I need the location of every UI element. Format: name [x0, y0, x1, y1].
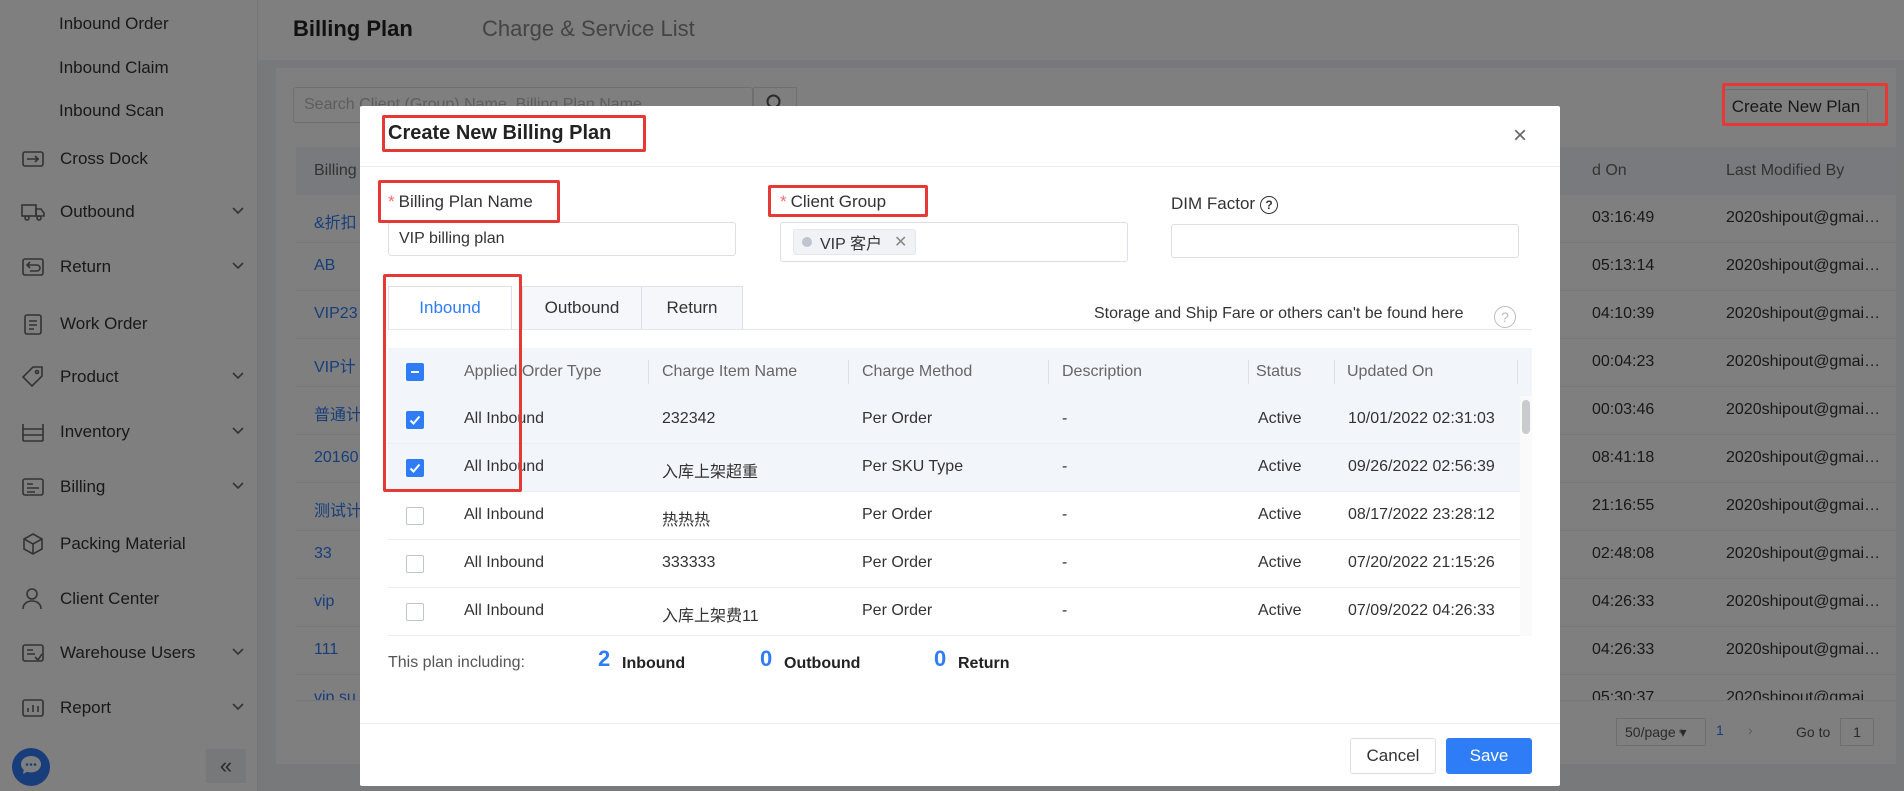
inbound-count: 2: [598, 646, 611, 671]
charge-method: Per SKU Type: [862, 458, 964, 475]
column-header-updated-on: Updated On: [1347, 363, 1434, 380]
description: -: [1062, 506, 1068, 523]
client-group-tag: VIP 客户 ✕: [793, 229, 917, 255]
updated-on: 07/09/2022 04:26:33: [1348, 602, 1495, 619]
highlight-box-plan-name: [378, 180, 560, 223]
help-icon[interactable]: ?: [1260, 195, 1279, 214]
table-row[interactable]: All Inbound 232342 Per Order - Active 10…: [388, 396, 1532, 444]
charge-item-name: 入库上架费11: [662, 608, 759, 625]
updated-on: 10/01/2022 02:31:03: [1348, 410, 1495, 427]
table-scrollbar[interactable]: [1520, 396, 1532, 636]
status: Active: [1258, 602, 1302, 619]
outbound-count-label: Outbound: [784, 655, 861, 672]
column-separator: [648, 360, 649, 384]
charge-method: Per Order: [862, 602, 933, 619]
summary-label: This plan including:: [388, 654, 525, 671]
question-icon[interactable]: ?: [1494, 306, 1516, 328]
charge-item-name: 333333: [662, 554, 716, 571]
tab-outbound[interactable]: Outbound: [522, 286, 642, 330]
highlight-box-client-group: [768, 185, 928, 217]
column-header-status: Status: [1256, 363, 1302, 380]
updated-on: 08/17/2022 23:28:12: [1348, 506, 1495, 523]
table-row[interactable]: All Inbound 热热热 Per Order - Active 08/17…: [388, 492, 1532, 540]
description: -: [1062, 554, 1068, 571]
status: Active: [1258, 554, 1302, 571]
charge-item-name: 232342: [662, 410, 716, 427]
status: Active: [1258, 410, 1302, 427]
dim-factor-label-text: DIM Factor: [1171, 194, 1256, 213]
column-header-charge-item-name: Charge Item Name: [662, 363, 798, 380]
status: Active: [1258, 506, 1302, 523]
cancel-button[interactable]: Cancel: [1350, 738, 1436, 774]
table-row[interactable]: All Inbound 入库上架超重 Per SKU Type - Active…: [388, 444, 1532, 492]
description: -: [1062, 458, 1068, 475]
applied-order-type: All Inbound: [464, 602, 545, 619]
table-row[interactable]: All Inbound 333333 Per Order - Active 07…: [388, 540, 1532, 588]
charge-method: Per Order: [862, 506, 933, 523]
column-separator: [1048, 360, 1049, 384]
highlight-box-inbound-selection: [383, 274, 522, 492]
charge-method: Per Order: [862, 410, 933, 427]
tab-underline: [388, 329, 1532, 330]
row-checkbox[interactable]: [406, 603, 424, 621]
return-count: 0: [934, 646, 947, 671]
highlight-box-create-plan: [1722, 83, 1888, 126]
column-separator: [1334, 360, 1335, 384]
description: -: [1062, 602, 1068, 619]
inbound-count-label: Inbound: [622, 655, 686, 672]
column-header-description: Description: [1062, 363, 1143, 380]
tag-dot: [802, 237, 812, 247]
storage-note: Storage and Ship Fare or others can't be…: [1094, 305, 1464, 322]
highlight-box-title: [382, 115, 646, 152]
description: -: [1062, 410, 1068, 427]
scrollbar-thumb[interactable]: [1522, 400, 1530, 434]
column-separator: [848, 360, 849, 384]
return-count-label: Return: [958, 655, 1010, 672]
column-separator: [1248, 360, 1249, 384]
status: Active: [1258, 458, 1302, 475]
save-button[interactable]: Save: [1446, 738, 1532, 774]
charge-item-name: 入库上架超重: [662, 464, 759, 481]
divider: [360, 723, 1560, 724]
charge-method: Per Order: [862, 554, 933, 571]
plan-name-input[interactable]: VIP billing plan: [388, 222, 736, 256]
dim-factor-input[interactable]: [1171, 224, 1519, 258]
tag-label: VIP 客户: [820, 236, 882, 253]
column-header-charge-method: Charge Method: [862, 363, 973, 380]
applied-order-type: All Inbound: [464, 554, 545, 571]
updated-on: 07/20/2022 21:15:26: [1348, 554, 1495, 571]
dim-factor-label: DIM Factor?: [1171, 194, 1279, 214]
row-checkbox[interactable]: [406, 555, 424, 573]
tag-remove-icon[interactable]: ✕: [894, 232, 907, 252]
applied-order-type: All Inbound: [464, 506, 545, 523]
row-checkbox[interactable]: [406, 507, 424, 525]
column-separator: [1517, 360, 1518, 384]
app-root: Inbound Order Inbound Claim Inbound Scan…: [0, 0, 1904, 791]
client-group-select[interactable]: VIP 客户 ✕: [780, 222, 1128, 262]
table-row[interactable]: All Inbound 入库上架费11 Per Order - Active 0…: [388, 588, 1532, 636]
divider: [360, 166, 1560, 167]
close-icon[interactable]: ×: [1508, 122, 1532, 149]
outbound-count: 0: [760, 646, 773, 671]
updated-on: 09/26/2022 02:56:39: [1348, 458, 1495, 475]
tab-return[interactable]: Return: [641, 286, 743, 330]
charge-item-name: 热热热: [662, 512, 711, 529]
